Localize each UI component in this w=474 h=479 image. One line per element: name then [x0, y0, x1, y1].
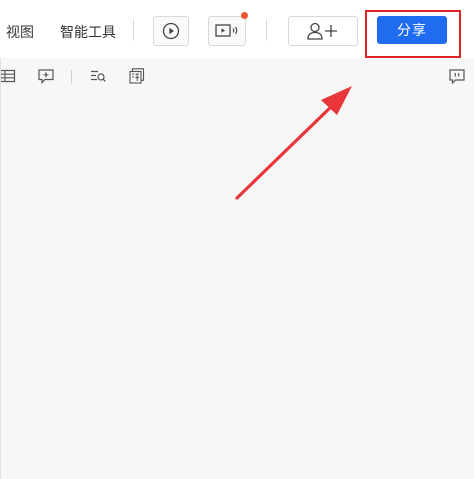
comment-icon[interactable]: [449, 68, 465, 84]
play-button[interactable]: [153, 16, 189, 46]
translate-icon[interactable]: [129, 68, 145, 84]
play-icon: [162, 22, 180, 40]
comment-add-icon[interactable]: [38, 68, 54, 84]
table-icon[interactable]: [0, 68, 16, 84]
app-window: 视图 智能工具 分享: [0, 0, 474, 479]
add-user-icon: [307, 22, 337, 40]
canvas-edge: [0, 58, 1, 479]
secondary-toolbar-divider: [71, 70, 72, 84]
list-search-icon[interactable]: [90, 68, 106, 84]
menu-smart-tools[interactable]: 智能工具: [60, 22, 116, 42]
toolbar-divider: [266, 19, 267, 41]
top-toolbar: 视图 智能工具 分享: [0, 0, 474, 58]
toolbar-divider: [133, 19, 134, 41]
notification-dot: [241, 12, 248, 19]
menu-view[interactable]: 视图: [6, 22, 34, 42]
annotation-arrow: [235, 86, 352, 200]
presentation-audio-icon: [215, 24, 238, 37]
presentation-button[interactable]: [208, 16, 246, 46]
add-collaborator-button[interactable]: [288, 16, 358, 46]
highlight-box: [365, 10, 461, 58]
